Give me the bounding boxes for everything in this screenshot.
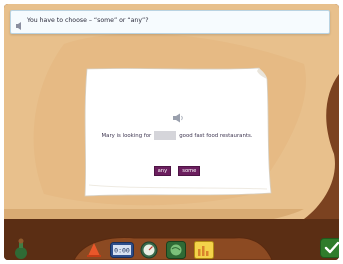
answer-blank[interactable] — [154, 131, 177, 140]
bottom-toolbar: 0:00 — [4, 230, 339, 260]
sentence-end: good fast food restaurants. — [179, 133, 253, 139]
instruction-text: You have to choose – “some” or “any”? — [27, 17, 149, 24]
exercise-sentence: Mary is looking for good fast food restau… — [81, 131, 273, 140]
game-window: You have to choose – “some” or “any”? Ma… — [4, 4, 339, 260]
option-some-button[interactable]: some — [178, 166, 201, 176]
clock-icon[interactable]: 0:00 — [110, 242, 134, 260]
speaker-icon[interactable] — [15, 16, 23, 30]
option-any-button[interactable]: any — [153, 166, 172, 176]
clock-display: 0:00 — [114, 247, 130, 255]
play-sound-icon[interactable] — [172, 113, 184, 123]
submit-check-button[interactable] — [320, 238, 339, 258]
exercise-paper: Mary is looking for good fast food restau… — [81, 65, 273, 199]
answer-choices: any some — [81, 157, 273, 176]
cone-icon[interactable] — [86, 242, 102, 260]
globe-icon[interactable] — [166, 241, 186, 260]
sentence-start: Mary is looking for — [101, 133, 152, 139]
instruction-bar: You have to choose – “some” or “any”? — [10, 10, 330, 34]
bar-chart-icon[interactable] — [194, 241, 214, 260]
speedometer-icon[interactable] — [140, 241, 158, 260]
checkmark-icon — [324, 241, 339, 254]
